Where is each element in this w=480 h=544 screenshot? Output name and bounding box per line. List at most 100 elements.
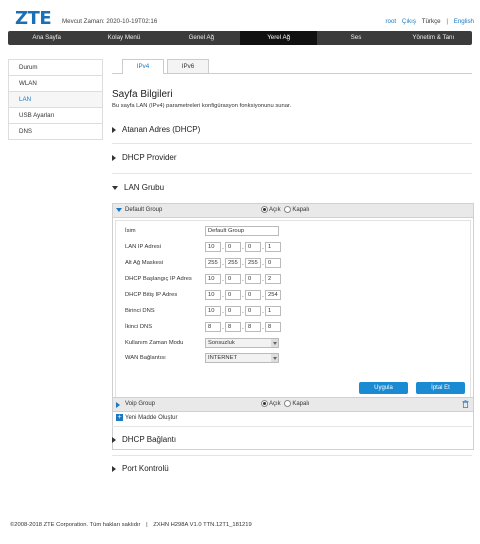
lang-separator: | [446, 18, 448, 25]
logout-link[interactable]: Çıkış [402, 18, 416, 25]
nav-easy-menu[interactable]: Kolay Menü [85, 31, 162, 45]
sidebar-item-dns[interactable]: DNS [8, 124, 103, 140]
radio-off[interactable] [284, 206, 292, 213]
collapse-icon [116, 208, 122, 212]
expand-icon [112, 126, 116, 133]
label-dns2: İkinci DNS [125, 324, 153, 330]
section-label: Atanan Adres (DHCP) [122, 125, 201, 134]
cancel-button[interactable]: İptal Et [416, 382, 465, 394]
dns2-octet-1[interactable]: 8 [205, 322, 221, 332]
copyright: ©2008-2018 ZTE Corporation. Tüm hakları … [10, 522, 141, 528]
radio-off-label: Kapalı [292, 401, 310, 408]
section-assigned-address[interactable]: Atanan Adres (DHCP) [112, 125, 200, 134]
dhcp-start-octet-3[interactable]: 0 [245, 274, 261, 284]
section-lan-group[interactable]: LAN Grubu [112, 183, 164, 192]
section-label: DHCP Provider [122, 153, 177, 162]
divider [112, 455, 472, 456]
sidebar-item-status[interactable]: Durum [8, 59, 103, 76]
main-content: IPv4 IPv6 Sayfa Bilgileri Bu sayfa LAN (… [112, 59, 474, 473]
dhcp-end-octet-2[interactable]: 0 [225, 290, 241, 300]
dhcp-end-octet-3[interactable]: 0 [245, 290, 261, 300]
default-group-header[interactable]: Default Group Açık Kapalı [113, 204, 473, 218]
user-link[interactable]: root [385, 18, 396, 25]
new-item-label: Yeni Madde Oluştur [125, 415, 178, 422]
dns2-octet-2[interactable]: 8 [225, 322, 241, 332]
label-lease-mode: Kullanım Zaman Modu [125, 340, 184, 346]
nav-management[interactable]: Yönetim & Tanı [395, 31, 472, 45]
expand-icon [112, 154, 116, 161]
section-label: LAN Grubu [124, 183, 165, 192]
radio-on[interactable] [261, 206, 268, 213]
lan-ip-octet-4[interactable]: 1 [265, 242, 281, 252]
new-item-button[interactable]: + Yeni Madde Oluştur [116, 414, 177, 421]
lan-ip-octet-2[interactable]: 0 [225, 242, 241, 252]
tab-ipv4[interactable]: IPv4 [122, 59, 164, 74]
dns2-octet-3[interactable]: 8 [245, 322, 261, 332]
radio-on[interactable] [261, 400, 268, 407]
expand-icon [116, 402, 120, 408]
default-group-panel: Default Group Açık Kapalı İsim Default G… [112, 203, 474, 450]
section-dhcp-connection[interactable]: DHCP Bağlantı [112, 435, 176, 444]
dhcp-end-octet-4[interactable]: 254 [265, 290, 281, 300]
dhcp-end-octet-1[interactable]: 10 [205, 290, 221, 300]
dns1-octet-3[interactable]: 0 [245, 306, 261, 316]
mask-octet-4[interactable]: 0 [265, 258, 281, 268]
label-mask: Alt Ağ Maskesi [125, 260, 164, 266]
footer: ©2008-2018 ZTE Corporation. Tüm hakları … [10, 522, 252, 528]
group-toggle: Açık Kapalı [261, 206, 309, 213]
dhcp-end-field: 10. 0. 0. 254 [205, 290, 281, 300]
group-form: İsim Default Group LAN IP Adresi 10. 0. 0.… [115, 220, 471, 398]
dns2-octet-4[interactable]: 8 [265, 322, 281, 332]
section-label: DHCP Bağlantı [122, 435, 177, 444]
tab-ipv6[interactable]: IPv6 [167, 59, 209, 73]
sidebar-item-wlan[interactable]: WLAN [8, 76, 103, 92]
lang-english[interactable]: English [454, 18, 474, 25]
expand-icon [112, 465, 116, 472]
mask-octet-1[interactable]: 255 [205, 258, 221, 268]
dhcp-start-octet-4[interactable]: 2 [265, 274, 281, 284]
chevron-down-icon [271, 354, 278, 362]
wan-value: INTERNET [208, 355, 237, 361]
dhcp-start-octet-1[interactable]: 10 [205, 274, 221, 284]
voip-group-name: Voip Group [125, 401, 156, 407]
plus-icon: + [116, 414, 123, 421]
dns1-octet-2[interactable]: 0 [225, 306, 241, 316]
voip-group-header[interactable]: Voip Group Açık Kapalı [112, 397, 474, 412]
lease-mode-select[interactable]: Sonsuzluk [205, 338, 279, 348]
radio-off[interactable] [284, 400, 292, 407]
dhcp-start-field: 10. 0. 0. 2 [205, 274, 281, 284]
top-links: root Çıkış Türkçe | English [381, 18, 474, 25]
sidebar-item-usb[interactable]: USB Ayarları [8, 108, 103, 124]
label-dns1: Birinci DNS [125, 308, 155, 314]
section-port-control[interactable]: Port Kontrolü [112, 464, 169, 473]
nav-home[interactable]: Ana Sayfa [8, 31, 85, 45]
divider [112, 426, 472, 427]
trash-icon[interactable] [462, 400, 469, 408]
divider [112, 173, 472, 174]
lan-ip-octet-3[interactable]: 0 [245, 242, 261, 252]
lan-ip-octet-1[interactable]: 10 [205, 242, 221, 252]
nav-local-network[interactable]: Yerel Ağ [239, 31, 318, 45]
lan-ip-field: 10. 0. 0. 1 [205, 242, 281, 252]
section-dhcp-provider[interactable]: DHCP Provider [112, 153, 177, 162]
dns1-octet-4[interactable]: 1 [265, 306, 281, 316]
label-name: İsim [125, 228, 136, 234]
label-wan: WAN Bağlantısı [125, 355, 166, 361]
sidebar: Durum WLAN LAN USB Ayarları DNS [8, 59, 103, 140]
lang-turkish[interactable]: Türkçe [422, 18, 441, 25]
dhcp-start-octet-2[interactable]: 0 [225, 274, 241, 284]
sidebar-item-lan[interactable]: LAN [8, 92, 103, 108]
apply-button[interactable]: Uygula [359, 382, 408, 394]
mask-octet-2[interactable]: 255 [225, 258, 241, 268]
label-dhcp-end: DHCP Bitiş IP Adres [125, 292, 178, 298]
wan-select[interactable]: INTERNET [205, 353, 279, 363]
dns1-octet-1[interactable]: 10 [205, 306, 221, 316]
nav-voice[interactable]: Ses [317, 31, 394, 45]
name-input[interactable]: Default Group [205, 226, 279, 236]
mask-field: 255. 255. 255. 0 [205, 258, 281, 268]
wan-field: INTERNET [205, 353, 279, 363]
nav-internet[interactable]: Genel Ağ [163, 31, 240, 45]
firmware-version: ZXHN H298A V1.0 TTN.12T1_181219 [153, 522, 252, 528]
dns2-field: 8.8.8.8 [205, 322, 281, 332]
mask-octet-3[interactable]: 255 [245, 258, 261, 268]
